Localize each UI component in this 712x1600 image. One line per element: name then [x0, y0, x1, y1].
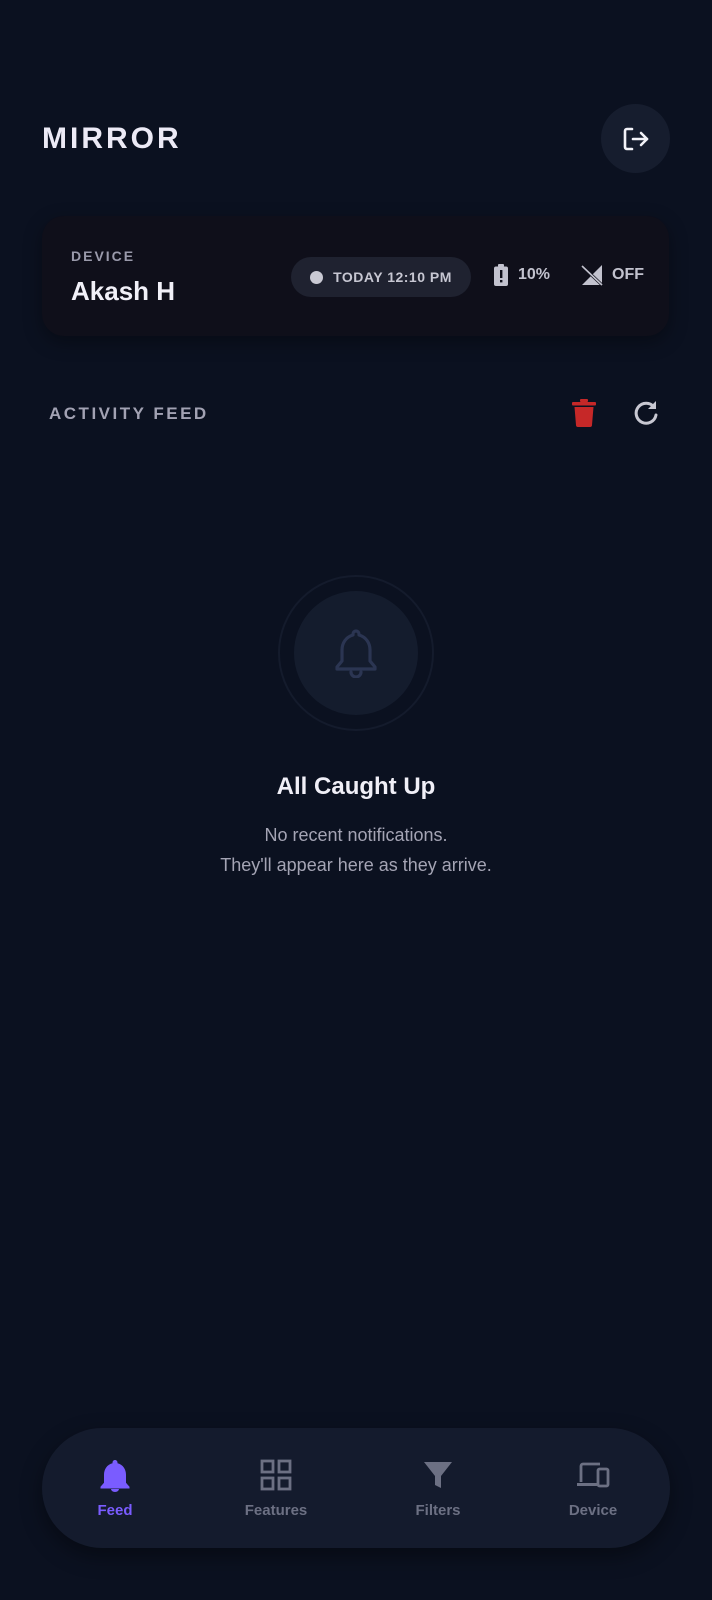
devices-icon [577, 1462, 610, 1487]
device-label: DEVICE [71, 248, 136, 264]
signal-off-icon [580, 264, 604, 286]
grid-icon [260, 1459, 292, 1490]
nav-item-feed[interactable]: Feed [50, 1428, 180, 1548]
nav-item-features[interactable]: Features [211, 1428, 341, 1548]
filter-icon [424, 1461, 452, 1488]
refresh-icon [634, 401, 658, 425]
nav-item-device[interactable]: Device [528, 1428, 658, 1548]
nav-label-feed: Feed [97, 1501, 133, 1519]
bell-icon [100, 1459, 130, 1492]
bell-outline-icon [335, 629, 377, 678]
empty-state-message: No recent notifications. [264, 825, 448, 845]
nav-item-filters[interactable]: Filters [373, 1428, 503, 1548]
battery-level: 10% [518, 266, 551, 283]
nav-label-features: Features [244, 1501, 308, 1519]
empty-state-title: All Caught Up [276, 773, 436, 800]
trash-icon [572, 399, 596, 427]
logout-icon [623, 127, 648, 150]
signal-status: OFF [580, 264, 644, 286]
last-seen-badge: TODAY 12:10 PM [291, 257, 471, 297]
refresh-button[interactable] [629, 396, 663, 430]
device-card[interactable]: DEVICE Akash H TODAY 12:10 PM 10% OFF [42, 216, 669, 336]
bottom-navigation: Feed Features Filters Device [42, 1428, 670, 1548]
status-dot [310, 270, 324, 284]
signal-state: OFF [612, 266, 644, 283]
empty-state-hint: They'll appear here as they arrive. [220, 855, 492, 875]
device-name: Akash H [71, 276, 176, 306]
empty-state-illustration [278, 575, 434, 731]
activity-feed-title: ACTIVITY FEED [49, 404, 209, 423]
empty-state-bell-circle [294, 591, 418, 715]
app-title: MIRROR [42, 122, 182, 155]
logout-button[interactable] [601, 104, 670, 173]
nav-label-device: Device [568, 1501, 618, 1519]
nav-label-filters: Filters [415, 1501, 461, 1519]
clear-feed-button[interactable] [567, 396, 601, 430]
last-seen-text: TODAY 12:10 PM [333, 269, 452, 285]
battery-status: 10% [494, 264, 550, 286]
battery-alert-icon [494, 264, 508, 286]
app-screen: MIRROR DEVICE Akash H TODAY 12:10 PM 10% [0, 0, 712, 1600]
